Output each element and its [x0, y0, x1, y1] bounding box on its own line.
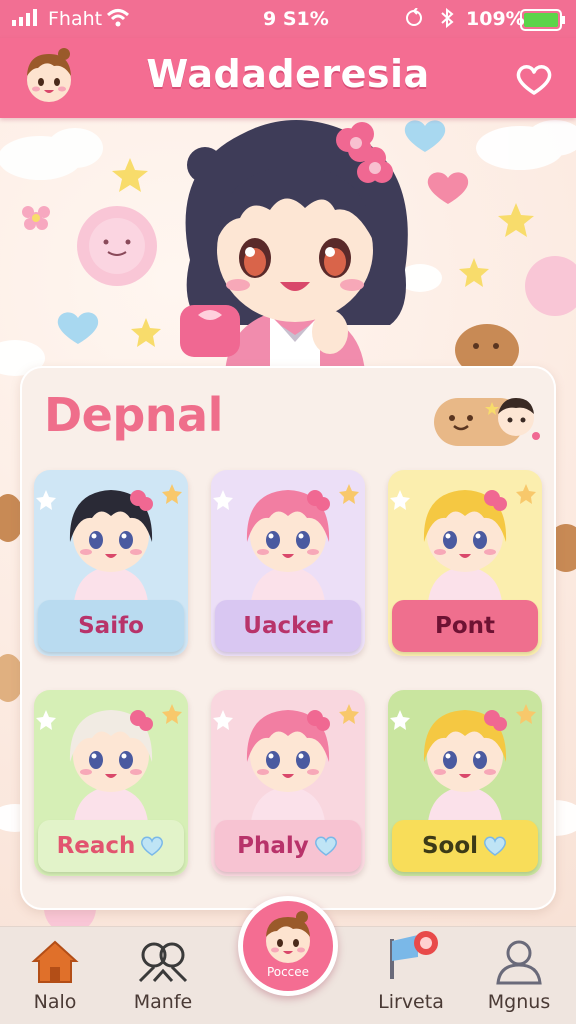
- heart-icon: [484, 836, 507, 856]
- character-name: Uacker: [243, 613, 333, 639]
- character-name-label: Sool: [392, 820, 538, 872]
- nav-label-group: Manfe: [133, 991, 193, 1013]
- home-icon: [31, 940, 79, 983]
- character-panel: Depnal Saifo Uacker Pont Reach Phaly Sool: [20, 366, 556, 910]
- nav-item-flag[interactable]: Lirveta: [356, 927, 466, 1024]
- mascot-badge: [434, 392, 546, 448]
- heart-icon: [314, 836, 337, 856]
- character-name-label: Reach: [38, 820, 184, 872]
- character-name-label: Saifo: [38, 600, 184, 652]
- carrier-name: Fhaht: [48, 8, 103, 30]
- character-name: Sool: [421, 833, 479, 859]
- app-header: Wadaderesia: [0, 38, 576, 118]
- user-icon: [496, 940, 542, 985]
- character-card[interactable]: Uacker: [211, 470, 365, 656]
- nav-item-home[interactable]: Nalo: [0, 927, 110, 1024]
- character-name-label: Phaly: [215, 820, 361, 872]
- center-button-label: Poccee: [266, 965, 310, 979]
- character-name: Saifo: [78, 613, 144, 639]
- character-portrait: [390, 484, 536, 602]
- character-portrait: [36, 704, 182, 822]
- nav-label-user: Mgnus: [487, 991, 551, 1013]
- app-title: Wadaderesia: [146, 52, 430, 96]
- signal-icon: [12, 8, 46, 31]
- character-card[interactable]: Sool: [388, 690, 542, 876]
- battery-percent: 109%: [466, 8, 525, 30]
- character-name: Phaly: [237, 833, 309, 859]
- status-time: 9 S1%: [263, 8, 329, 30]
- rotation-lock-icon: [404, 7, 424, 33]
- battery-icon: [520, 9, 566, 36]
- character-portrait: [36, 484, 182, 602]
- nav-item-user[interactable]: Mgnus: [464, 927, 574, 1024]
- character-portrait: [213, 704, 359, 822]
- character-name-label: Pont: [392, 600, 538, 652]
- character-portrait: [213, 484, 359, 602]
- character-card[interactable]: Phaly: [211, 690, 365, 876]
- flag-icon: [390, 931, 438, 979]
- character-card[interactable]: Pont: [388, 470, 542, 656]
- status-bar: Fhaht 9 S1% 109%: [0, 0, 576, 38]
- wifi-icon: [106, 8, 130, 33]
- character-name: Pont: [434, 613, 496, 639]
- character-card[interactable]: Saifo: [34, 470, 188, 656]
- flower-icon: [22, 206, 50, 230]
- nav-item-group[interactable]: Manfe: [108, 927, 218, 1024]
- group-icon: [138, 942, 188, 983]
- hero-character-illustration: [160, 110, 430, 372]
- nav-label-home: Nalo: [33, 991, 77, 1013]
- favorite-heart-button[interactable]: [514, 62, 554, 98]
- avatar-face-icon: [266, 911, 310, 963]
- bluetooth-icon: [440, 7, 454, 33]
- heart-icon: [141, 836, 164, 856]
- heart-outline-icon: [516, 65, 552, 95]
- character-portrait: [390, 704, 536, 822]
- center-profile-button[interactable]: Poccee: [238, 896, 338, 996]
- character-card[interactable]: Reach: [34, 690, 188, 876]
- character-name: Reach: [56, 833, 136, 859]
- panel-title: Depnal: [44, 388, 223, 442]
- nav-label-flag: Lirveta: [378, 991, 444, 1013]
- character-name-label: Uacker: [215, 600, 361, 652]
